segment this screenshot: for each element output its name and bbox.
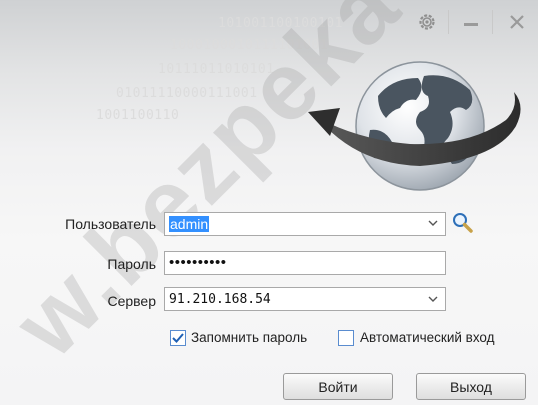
remember-password-checkbox[interactable] [170,330,186,346]
chevron-down-icon[interactable] [426,292,440,306]
auto-login-checkbox[interactable] [338,330,354,346]
globe-logo-icon [308,61,521,191]
binary-background-line: 01011110000111001 [116,86,258,101]
password-label: Пароль [107,256,156,272]
binary-background-line: 101001100100101 [218,16,343,31]
server-label: Сервер [107,293,156,309]
gear-icon [419,14,435,30]
server-combobox[interactable]: 91.210.168.54 [164,287,446,311]
control-separator [448,10,449,34]
auto-login-label[interactable]: Автоматический вход [360,330,495,345]
settings-button[interactable] [412,8,442,36]
minimize-icon [464,23,478,26]
exit-button[interactable]: Выход [416,373,526,400]
user-combobox[interactable]: admin [164,212,446,236]
password-value: •••••••••• [169,254,227,271]
binary-background-line: 10111011010101 [158,62,275,77]
binary-background-line: 1001100110 [96,108,180,123]
close-button[interactable] [502,8,532,36]
user-label: Пользователь [65,216,156,232]
check-icon [172,333,184,343]
user-value: admin [169,216,210,232]
login-window: 101001100100101 1000100010111101001 1011… [0,0,538,405]
remember-password-label[interactable]: Запомнить пароль [191,330,307,345]
search-icon[interactable] [450,210,474,234]
close-icon [510,15,524,29]
minimize-button[interactable] [456,8,486,36]
server-value: 91.210.168.54 [169,292,271,307]
control-separator [492,10,493,34]
chevron-down-icon[interactable] [426,216,440,230]
login-button[interactable]: Войти [283,373,393,400]
password-field[interactable]: •••••••••• [164,251,446,275]
